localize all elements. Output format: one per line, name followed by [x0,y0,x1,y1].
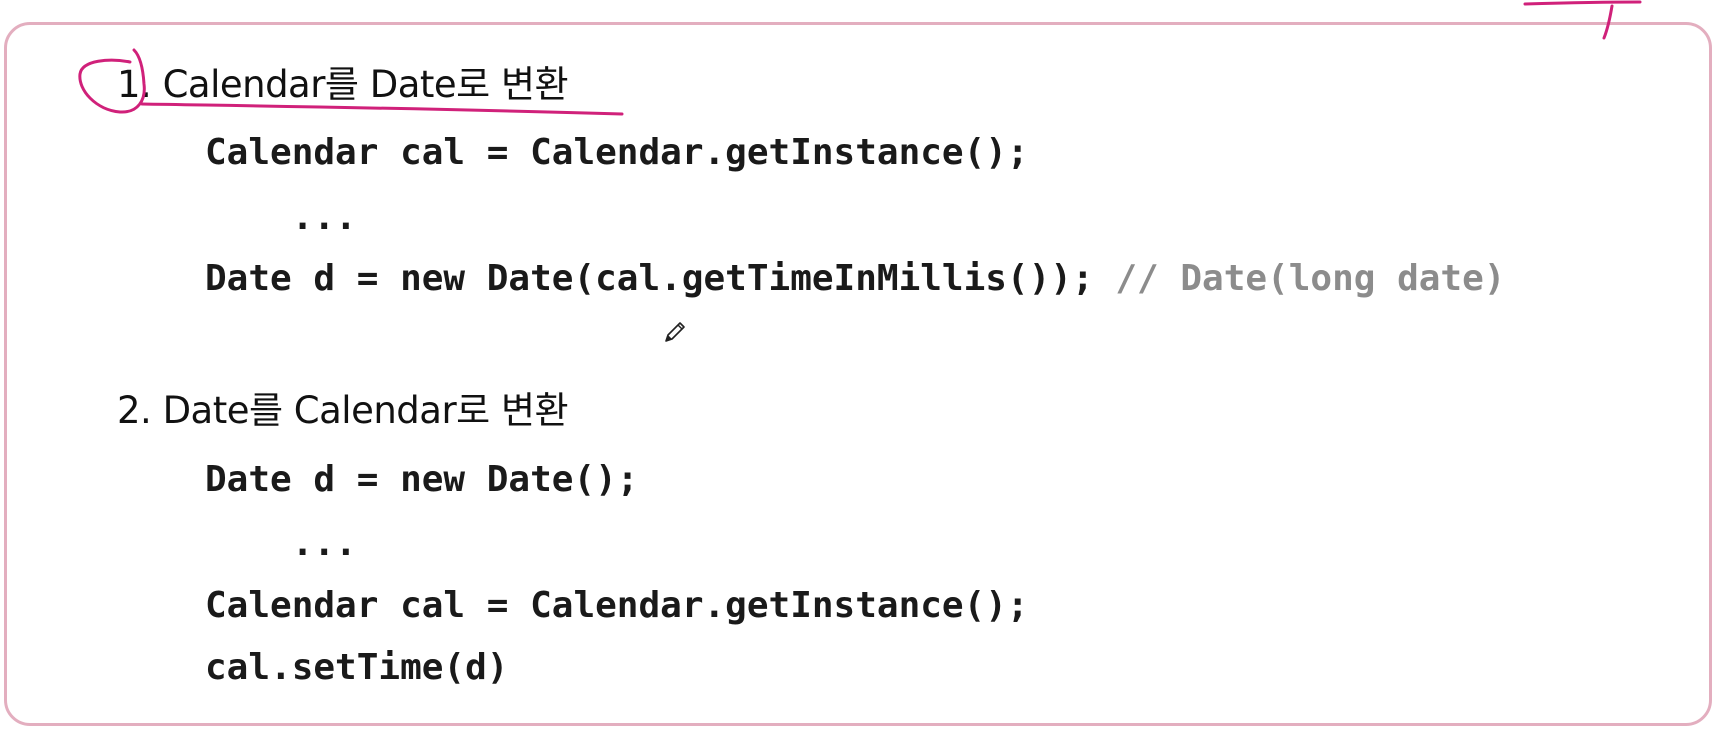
code-line: Calendar cal = Calendar.getInstance(); [205,585,1029,626]
code-line: Date d = new Date(); [205,459,639,500]
code-line: Calendar cal = Calendar.getInstance(); [205,132,1029,173]
section-1-heading: 1. Calendar를 Date로 변환 [117,63,569,106]
section-2-heading: 2. Date를 Calendar로 변환 [117,389,569,432]
pencil-cursor-icon [665,322,685,342]
code-ellipsis: ... [205,197,357,238]
code-comment: // Date(long date) [1115,258,1506,299]
code-line: Date d = new Date(cal.getTimeInMillis())… [205,261,1505,297]
pen-corner-annotation [1523,0,1642,6]
code-line: cal.setTime(d) [205,647,509,688]
code-text: Date d = new Date(cal.getTimeInMillis())… [205,258,1094,299]
code-ellipsis: ... [205,523,357,564]
